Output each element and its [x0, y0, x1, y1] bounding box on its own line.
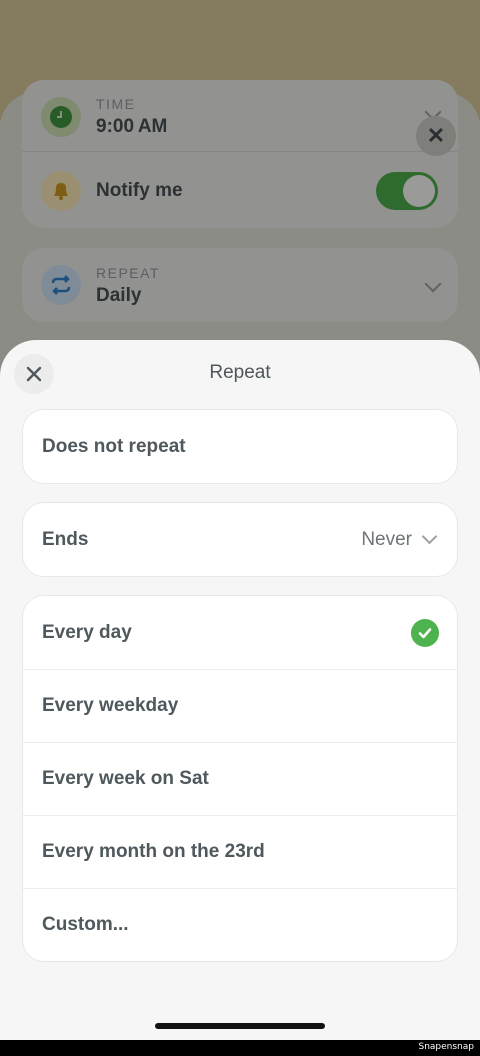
repeat-label: REPEAT	[96, 265, 160, 281]
background-repeat-card	[22, 248, 458, 322]
option-every-week-on-sat[interactable]: Every week on Sat	[23, 742, 457, 815]
footer-bar: Snapensnap	[0, 1040, 480, 1056]
repeat-icon	[41, 265, 81, 305]
sheet-title: Repeat	[209, 362, 271, 383]
option-label: Every weekday	[42, 695, 179, 716]
notify-label: Notify me	[96, 180, 183, 201]
watermark-text: Snapensnap	[418, 1042, 474, 1052]
option-every-day[interactable]: Every day	[23, 596, 457, 669]
notify-toggle	[376, 172, 438, 210]
ends-row[interactable]: Ends Never	[23, 503, 457, 576]
home-indicator	[155, 1023, 325, 1029]
toggle-knob	[403, 175, 435, 207]
option-custom[interactable]: Custom...	[23, 888, 457, 961]
ends-label: Ends	[42, 528, 89, 550]
close-icon: ✕	[416, 116, 456, 156]
checkmark-icon	[411, 618, 439, 647]
option-every-month[interactable]: Every month on the 23rd	[23, 815, 457, 888]
background-divider	[22, 151, 458, 152]
option-label: Every day	[42, 621, 132, 643]
time-value: 9:00 AM	[96, 116, 168, 137]
option-label: Does not repeat	[42, 435, 186, 457]
bell-icon	[41, 171, 81, 211]
ends-value: Never	[361, 528, 412, 550]
option-label: Every week on Sat	[42, 768, 209, 789]
chevron-down-icon	[421, 528, 438, 545]
option-label: Custom...	[42, 914, 129, 935]
does-not-repeat-option[interactable]: Does not repeat	[23, 410, 457, 483]
time-label: TIME	[96, 96, 136, 112]
repeat-options-list: Every day Every weekday Every week on Sa…	[22, 595, 458, 962]
repeat-value: Daily	[96, 285, 142, 306]
ends-card[interactable]: Ends Never	[22, 502, 458, 577]
clock-icon	[41, 97, 81, 137]
option-label: Every month on the 23rd	[42, 841, 265, 862]
does-not-repeat-card[interactable]: Does not repeat	[22, 409, 458, 484]
ends-dropdown[interactable]: Never	[361, 529, 439, 551]
option-every-weekday[interactable]: Every weekday	[23, 669, 457, 742]
